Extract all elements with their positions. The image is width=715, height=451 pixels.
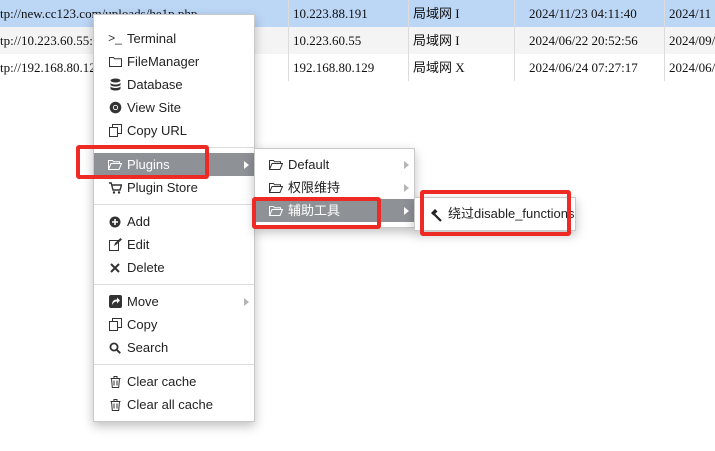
menu-item-view-site[interactable]: View Site	[94, 96, 254, 119]
updated-cell: 2024/06/	[664, 54, 715, 81]
submenu-arrow-icon	[404, 161, 409, 169]
submenu-arrow-icon	[404, 207, 409, 215]
submenu-arrow-icon	[244, 298, 249, 306]
chrome-icon	[107, 96, 123, 119]
context-menu: >_ Terminal FileManager Database View Si…	[93, 14, 255, 422]
menu-item-filemanager[interactable]: FileManager	[94, 50, 254, 73]
menu-item-search[interactable]: Search	[94, 336, 254, 359]
menu-separator	[94, 204, 254, 205]
menu-item-label: Add	[127, 214, 151, 229]
trash-icon	[107, 393, 123, 416]
created-cell: 2024/11/23 04:11:40	[514, 0, 664, 27]
menu-separator	[94, 364, 254, 365]
menu-item-label: Plugin Store	[127, 180, 198, 195]
menu-item-label: Delete	[127, 260, 165, 275]
highlight-box-bypass	[420, 190, 571, 236]
share-square-icon	[107, 290, 123, 313]
folder-open-icon	[268, 176, 284, 199]
menu-item-label: Search	[127, 340, 169, 355]
database-icon	[107, 73, 123, 96]
copy-icon	[107, 313, 123, 336]
submenu-arrow-icon	[244, 161, 249, 169]
created-cell: 2024/06/22 20:52:56	[514, 27, 664, 54]
menu-item-plugin-store[interactable]: Plugin Store	[94, 176, 254, 199]
menu-item-clear-cache[interactable]: Clear cache	[94, 370, 254, 393]
menu-item-label: 权限维持	[288, 180, 341, 195]
menu-item-label: Clear all cache	[127, 397, 213, 412]
menu-item-delete[interactable]: Delete	[94, 256, 254, 279]
updated-cell: 2024/11	[664, 0, 715, 27]
copy-icon	[107, 119, 123, 142]
location-cell: 局域网 X	[408, 54, 514, 81]
menu-item-add[interactable]: Add	[94, 210, 254, 233]
menu-item-label: Copy	[127, 317, 158, 332]
menu-item-label: FileManager	[127, 54, 200, 69]
menu-item-copy[interactable]: Copy	[94, 313, 254, 336]
menu-item-label: View Site	[127, 100, 181, 115]
ip-cell: 10.223.60.55	[288, 27, 408, 54]
menu-item-privilege-maintain[interactable]: 权限维持	[255, 176, 414, 199]
menu-item-edit[interactable]: Edit	[94, 233, 254, 256]
menu-item-copy-url[interactable]: Copy URL	[94, 119, 254, 142]
search-icon	[107, 336, 123, 359]
menu-item-label: Terminal	[127, 31, 177, 46]
highlight-box-aux-tools	[252, 197, 381, 229]
menu-item-label: Clear cache	[127, 374, 197, 389]
ip-cell: 10.223.88.191	[288, 0, 408, 27]
menu-item-label: Copy URL	[127, 123, 187, 138]
menu-item-label: Default	[288, 157, 330, 172]
location-cell: 局域网 I	[408, 27, 514, 54]
location-cell: 局域网 I	[408, 0, 514, 27]
folder-icon	[107, 50, 123, 73]
edit-icon	[107, 233, 123, 256]
menu-item-database[interactable]: Database	[94, 73, 254, 96]
terminal-icon: >_	[108, 31, 122, 45]
menu-item-terminal[interactable]: >_ Terminal	[94, 27, 254, 50]
menu-item-label: Database	[127, 77, 183, 92]
updated-cell: 2024/09/	[664, 27, 715, 54]
menu-item-label: Move	[127, 294, 159, 309]
menu-item-default[interactable]: Default	[255, 153, 414, 176]
menu-separator	[94, 284, 254, 285]
created-cell: 2024/06/24 07:27:17	[514, 54, 664, 81]
plus-circle-icon	[107, 210, 123, 233]
highlight-box-plugins	[76, 145, 209, 179]
trash-icon	[107, 370, 123, 393]
close-icon	[107, 256, 123, 279]
menu-item-clear-all-cache[interactable]: Clear all cache	[94, 393, 254, 416]
menu-item-label: Edit	[127, 237, 150, 252]
submenu-arrow-icon	[404, 184, 409, 192]
ip-cell: 192.168.80.129	[288, 54, 408, 81]
cart-icon	[107, 176, 123, 199]
menu-item-move[interactable]: Move	[94, 290, 254, 313]
folder-open-icon	[268, 153, 284, 176]
